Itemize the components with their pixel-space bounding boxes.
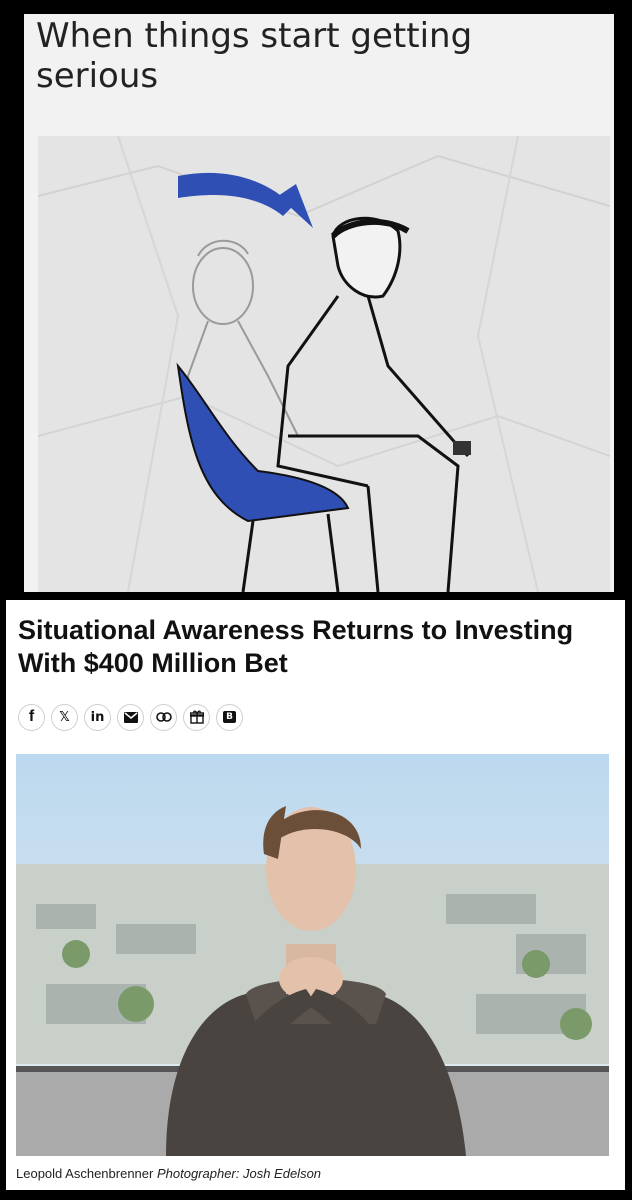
bloomberg-icon-glyph: B: [223, 711, 236, 723]
caption-subject: Leopold Aschenbrenner: [16, 1166, 154, 1181]
bloomberg-icon[interactable]: B: [216, 703, 243, 731]
meme-sketch-image: [37, 135, 611, 592]
article-panel: Situational Awareness Returns to Investi…: [6, 600, 625, 1190]
x-icon-glyph: 𝕏: [59, 709, 70, 725]
facebook-icon-glyph: f: [28, 708, 35, 725]
chain-link-icon: [155, 712, 172, 722]
linkedin-icon-glyph: in: [90, 709, 105, 725]
meme-panel: When things start getting serious: [24, 14, 614, 592]
linkedin-icon[interactable]: in: [84, 703, 111, 731]
gift-icon[interactable]: [183, 703, 210, 731]
facebook-icon[interactable]: f: [18, 703, 45, 731]
email-icon[interactable]: [117, 703, 144, 731]
envelope-icon: [123, 711, 138, 723]
caption-credit: Photographer: Josh Edelson: [156, 1166, 322, 1181]
meme-caption: When things start getting serious: [36, 16, 473, 96]
share-bar: f 𝕏 in B: [18, 703, 243, 731]
gift-box-icon: [189, 710, 204, 724]
x-icon[interactable]: 𝕏: [51, 703, 78, 731]
sketch-drawing: [37, 135, 611, 592]
link-icon[interactable]: [150, 703, 177, 731]
portrait-photo: [16, 754, 609, 1156]
article-photo: [16, 754, 609, 1156]
article-headline[interactable]: Situational Awareness Returns to Investi…: [18, 614, 618, 680]
photo-caption: Leopold Aschenbrenner Photographer: Josh…: [16, 1166, 321, 1181]
